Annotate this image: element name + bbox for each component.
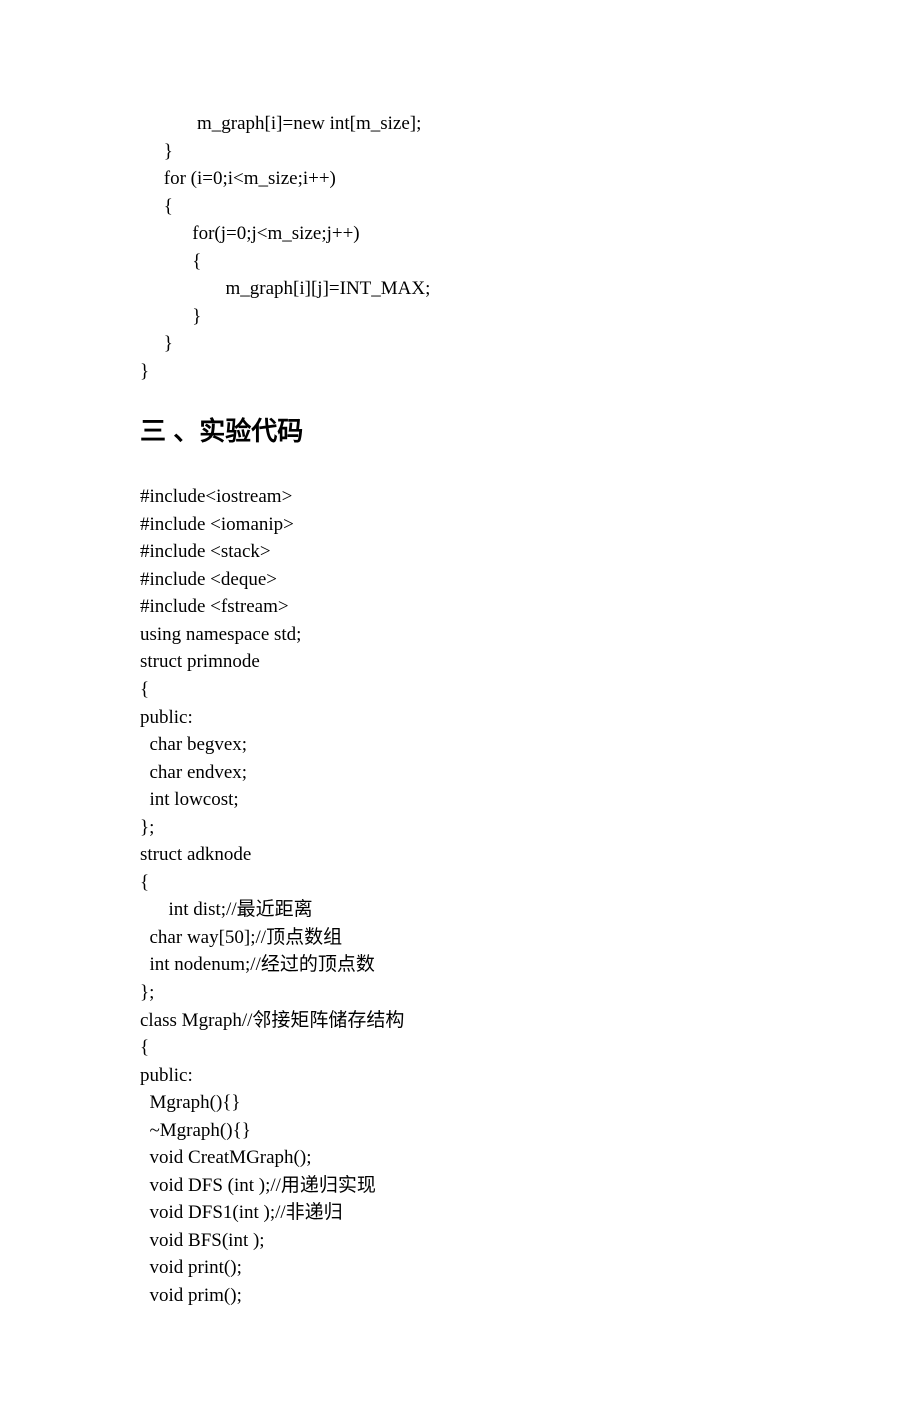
code-block-top: m_graph[i]=new int[m_size]; } for (i=0;i… (140, 110, 780, 385)
code-main-line: void DFS (int );//用递归实现 (140, 1172, 780, 1200)
code-main-line: }; (140, 979, 780, 1007)
code-main-line: #include <fstream> (140, 593, 780, 621)
code-top-line: { (140, 248, 780, 276)
code-main-line: public: (140, 704, 780, 732)
code-main-line: char endvex; (140, 759, 780, 787)
code-main-line: #include<iostream> (140, 483, 780, 511)
code-top-line: m_graph[i][j]=INT_MAX; (140, 275, 780, 303)
code-main-line: Mgraph(){} (140, 1089, 780, 1117)
code-top-line: for (i=0;i<m_size;i++) (140, 165, 780, 193)
code-main-line: class Mgraph//邻接矩阵储存结构 (140, 1007, 780, 1035)
code-top-line: m_graph[i]=new int[m_size]; (140, 110, 780, 138)
code-main-line: void BFS(int ); (140, 1227, 780, 1255)
code-main-line: }; (140, 814, 780, 842)
code-top-line: } (140, 303, 780, 331)
code-main-line: void DFS1(int );//非递归 (140, 1199, 780, 1227)
code-main-line: char way[50];//顶点数组 (140, 924, 780, 952)
code-main-line: void print(); (140, 1254, 780, 1282)
code-top-line: for(j=0;j<m_size;j++) (140, 220, 780, 248)
code-main-line: char begvex; (140, 731, 780, 759)
code-main-line: { (140, 869, 780, 897)
code-main-line: #include <iomanip> (140, 511, 780, 539)
code-top-line: { (140, 193, 780, 221)
code-main-line: void CreatMGraph(); (140, 1144, 780, 1172)
section-heading: 三 、实验代码 (140, 413, 780, 451)
code-main-line: public: (140, 1062, 780, 1090)
code-main-line: int nodenum;//经过的顶点数 (140, 951, 780, 979)
code-main-line: { (140, 676, 780, 704)
code-main-line: void prim(); (140, 1282, 780, 1310)
code-main-line: using namespace std; (140, 621, 780, 649)
code-main-line: struct primnode (140, 648, 780, 676)
code-main-line: int dist;//最近距离 (140, 896, 780, 924)
code-main-line: ~Mgraph(){} (140, 1117, 780, 1145)
code-main-line: { (140, 1034, 780, 1062)
document-page: m_graph[i]=new int[m_size]; } for (i=0;i… (0, 0, 920, 1410)
code-main-line: struct adknode (140, 841, 780, 869)
code-main-line: #include <stack> (140, 538, 780, 566)
code-block-main: #include<iostream>#include <iomanip>#inc… (140, 483, 780, 1309)
code-main-line: int lowcost; (140, 786, 780, 814)
code-top-line: } (140, 330, 780, 358)
code-top-line: } (140, 358, 780, 386)
code-main-line: #include <deque> (140, 566, 780, 594)
code-top-line: } (140, 138, 780, 166)
